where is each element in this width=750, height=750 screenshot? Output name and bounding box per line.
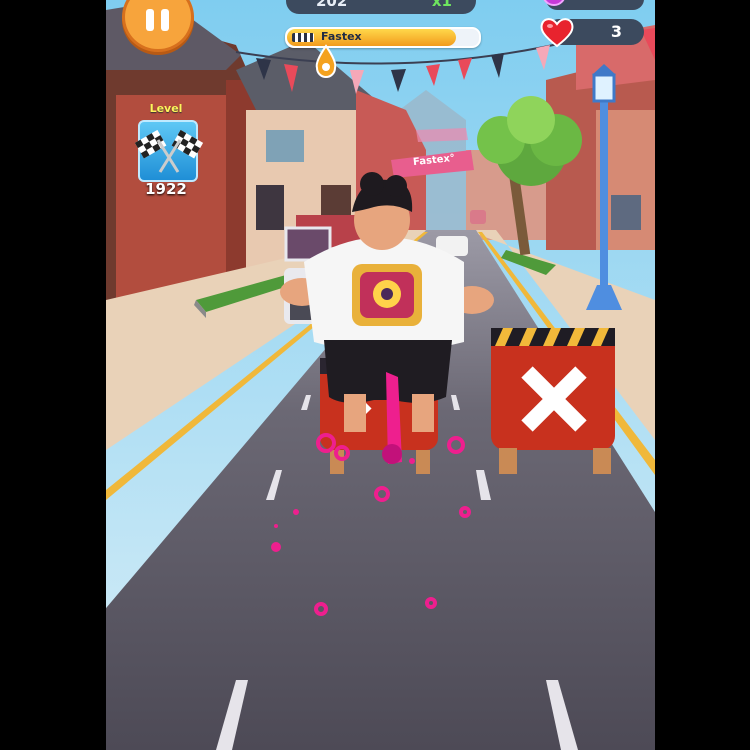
particle-trail (271, 433, 471, 616)
level-label: Level (149, 102, 183, 115)
pause-icon (125, 0, 191, 49)
lives-value: 3 (610, 22, 622, 41)
lives-panel: 3 (540, 18, 644, 48)
coin-panel (542, 0, 644, 10)
pause-button[interactable] (122, 0, 194, 52)
level-number: 1922 (145, 180, 187, 198)
level-tile (134, 120, 204, 182)
checkered-flags-icon (134, 129, 204, 173)
game-viewport[interactable]: Fastex° 202 x1 Fastex 3 Level 1922 (106, 0, 655, 750)
progress-marker-icon (315, 44, 337, 78)
score-value: 202 (316, 0, 348, 10)
heart-icon (540, 18, 574, 48)
finish-flag-icon (292, 33, 314, 42)
level-indicator: Level 1922 (134, 100, 204, 200)
multiplier-value: x1 (431, 0, 452, 10)
progress-label: Fastex (321, 30, 362, 43)
score-panel: 202 x1 (286, 0, 476, 14)
